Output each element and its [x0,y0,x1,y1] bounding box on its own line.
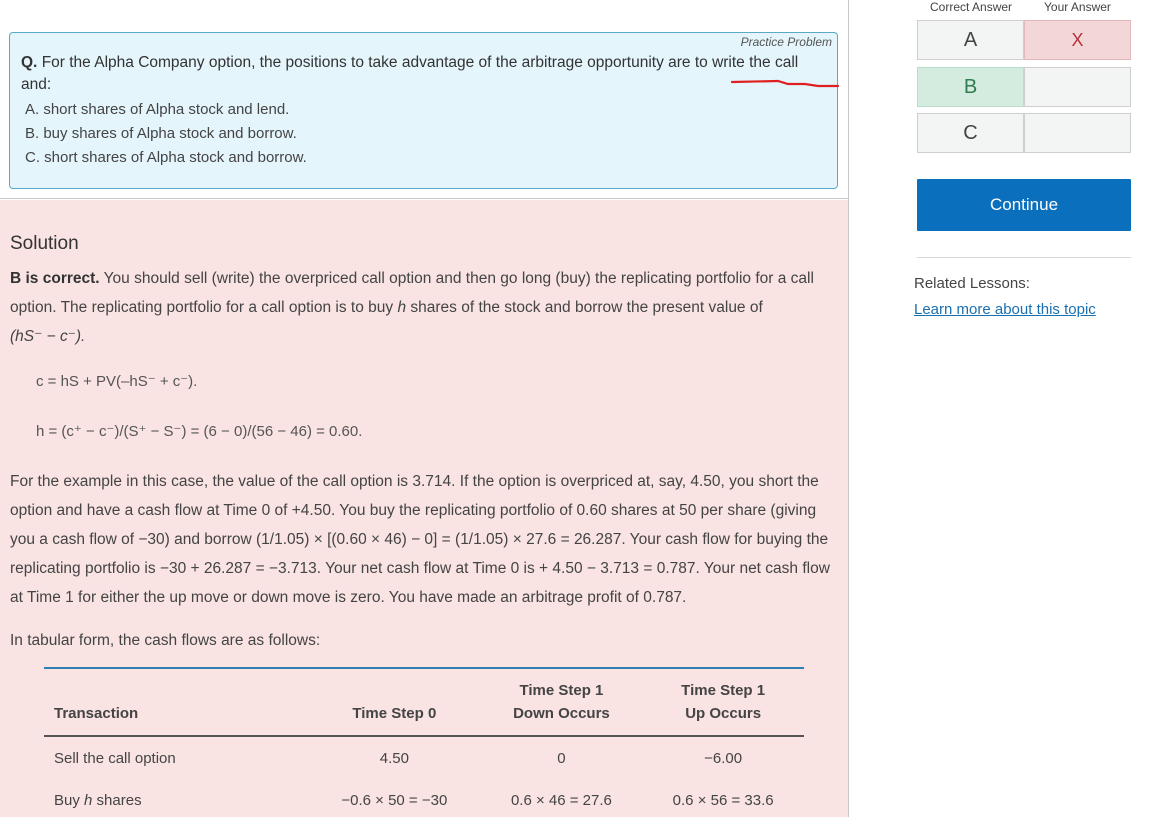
header-up-line2: Up Occurs [685,705,762,722]
your-answer-cell-b [1024,67,1131,107]
solution-paragraph-3: In tabular form, the cash flows are as f… [10,632,321,649]
header-time-step-1-down: Time Step 1 Down Occurs [481,668,643,736]
correct-answer-cell-c: C [917,113,1024,153]
solution-paragraph-1: B is correct. You should sell (write) th… [10,264,830,351]
correct-lead: B is correct. [10,270,100,287]
cash-flow-table: Transaction Time Step 0 Time Step 1 Down… [44,667,804,817]
your-answer-cell-c [1024,113,1131,153]
cell-transaction: Buy h shares [44,779,308,817]
cell-transaction: Sell the call option [54,749,176,767]
header-down-line2: Down Occurs [513,705,610,722]
choice-c: C. short shares of Alpha stock and borro… [25,149,307,166]
your-answer-cell-a: X [1024,20,1131,60]
question-text: Q. For the Alpha Company option, the pos… [21,52,831,96]
cell-t0: −0.6 × 50 = −30 [341,792,448,809]
right-pane: Correct Answer Your Answer A X B C Conti… [849,0,1154,817]
correct-answer-cell-b: B [917,67,1024,107]
correct-answer-cell-a: A [917,20,1024,60]
divider [917,257,1131,258]
choice-b: B. buy shares of Alpha stock and borrow. [25,125,297,142]
header-time-step-0: Time Step 0 [352,705,437,722]
table-row: Buy h shares −0.6 × 50 = −30 0.6 × 46 = … [44,779,804,817]
answer-row-c: C [917,113,1131,153]
solution-paragraph-2: For the example in this case, the value … [10,473,830,606]
correct-answer-header: Correct Answer [930,0,1013,14]
solution-p1-part-b: shares of the stock and borrow the prese… [410,299,763,316]
header-time-step-1-up: Time Step 1 Up Occurs [642,668,804,736]
table-row: Sell the call option 4.50 0 −6.00 [44,736,804,779]
question-stem: For the Alpha Company option, the positi… [21,54,799,93]
cell-down: 0.6 × 46 = 27.6 [510,792,612,809]
related-lessons-label: Related Lessons: [914,275,1030,292]
header-transaction: Transaction [54,705,139,722]
answer-row-b: B [917,67,1131,107]
equation-2: h = (c⁺ − c⁻)/(S⁺ − S⁻) = (6 − 0)/(56 − … [36,423,363,440]
question-prefix: Q. [21,54,38,71]
equation-1: c = hS + PV(–hS⁻ + c⁻). [36,373,198,390]
solution-area: Solution B is correct. You should sell (… [0,200,848,817]
continue-button[interactable]: Continue [917,179,1131,231]
choice-a: A. short shares of Alpha stock and lend. [25,101,290,118]
cell-t0: 4.50 [379,749,409,767]
question-area: Practice Problem Q. For the Alpha Compan… [0,0,848,199]
cell-transaction-pre: Buy [54,792,80,809]
cell-up: −6.00 [704,749,743,767]
red-underline-annotation [730,79,840,88]
solution-title: Solution [10,233,79,254]
cell-transaction-h: h [84,792,93,809]
cell-down: 0 [557,749,566,767]
choice-list: A. short shares of Alpha stock and lend.… [25,98,307,170]
solution-p1-formula: (hS⁻ − c⁻). [10,328,86,345]
left-pane: Practice Problem Q. For the Alpha Compan… [0,0,849,817]
your-answer-header: Your Answer [1044,0,1111,14]
answer-row-a: A X [917,20,1131,60]
header-down-line1: Time Step 1 [519,682,604,699]
cell-transaction-post: shares [96,792,142,809]
cell-up: 0.6 × 56 = 33.6 [672,792,774,809]
wrong-x-icon: X [1071,29,1084,50]
solution-p1-h: h [397,299,407,316]
header-up-line1: Time Step 1 [681,682,766,699]
learn-more-link[interactable]: Learn more about this topic [914,301,1096,318]
table-header-row: Transaction Time Step 0 Time Step 1 Down… [44,668,804,736]
question-box: Practice Problem Q. For the Alpha Compan… [9,32,838,189]
practice-problem-label: Practice Problem [740,35,832,49]
